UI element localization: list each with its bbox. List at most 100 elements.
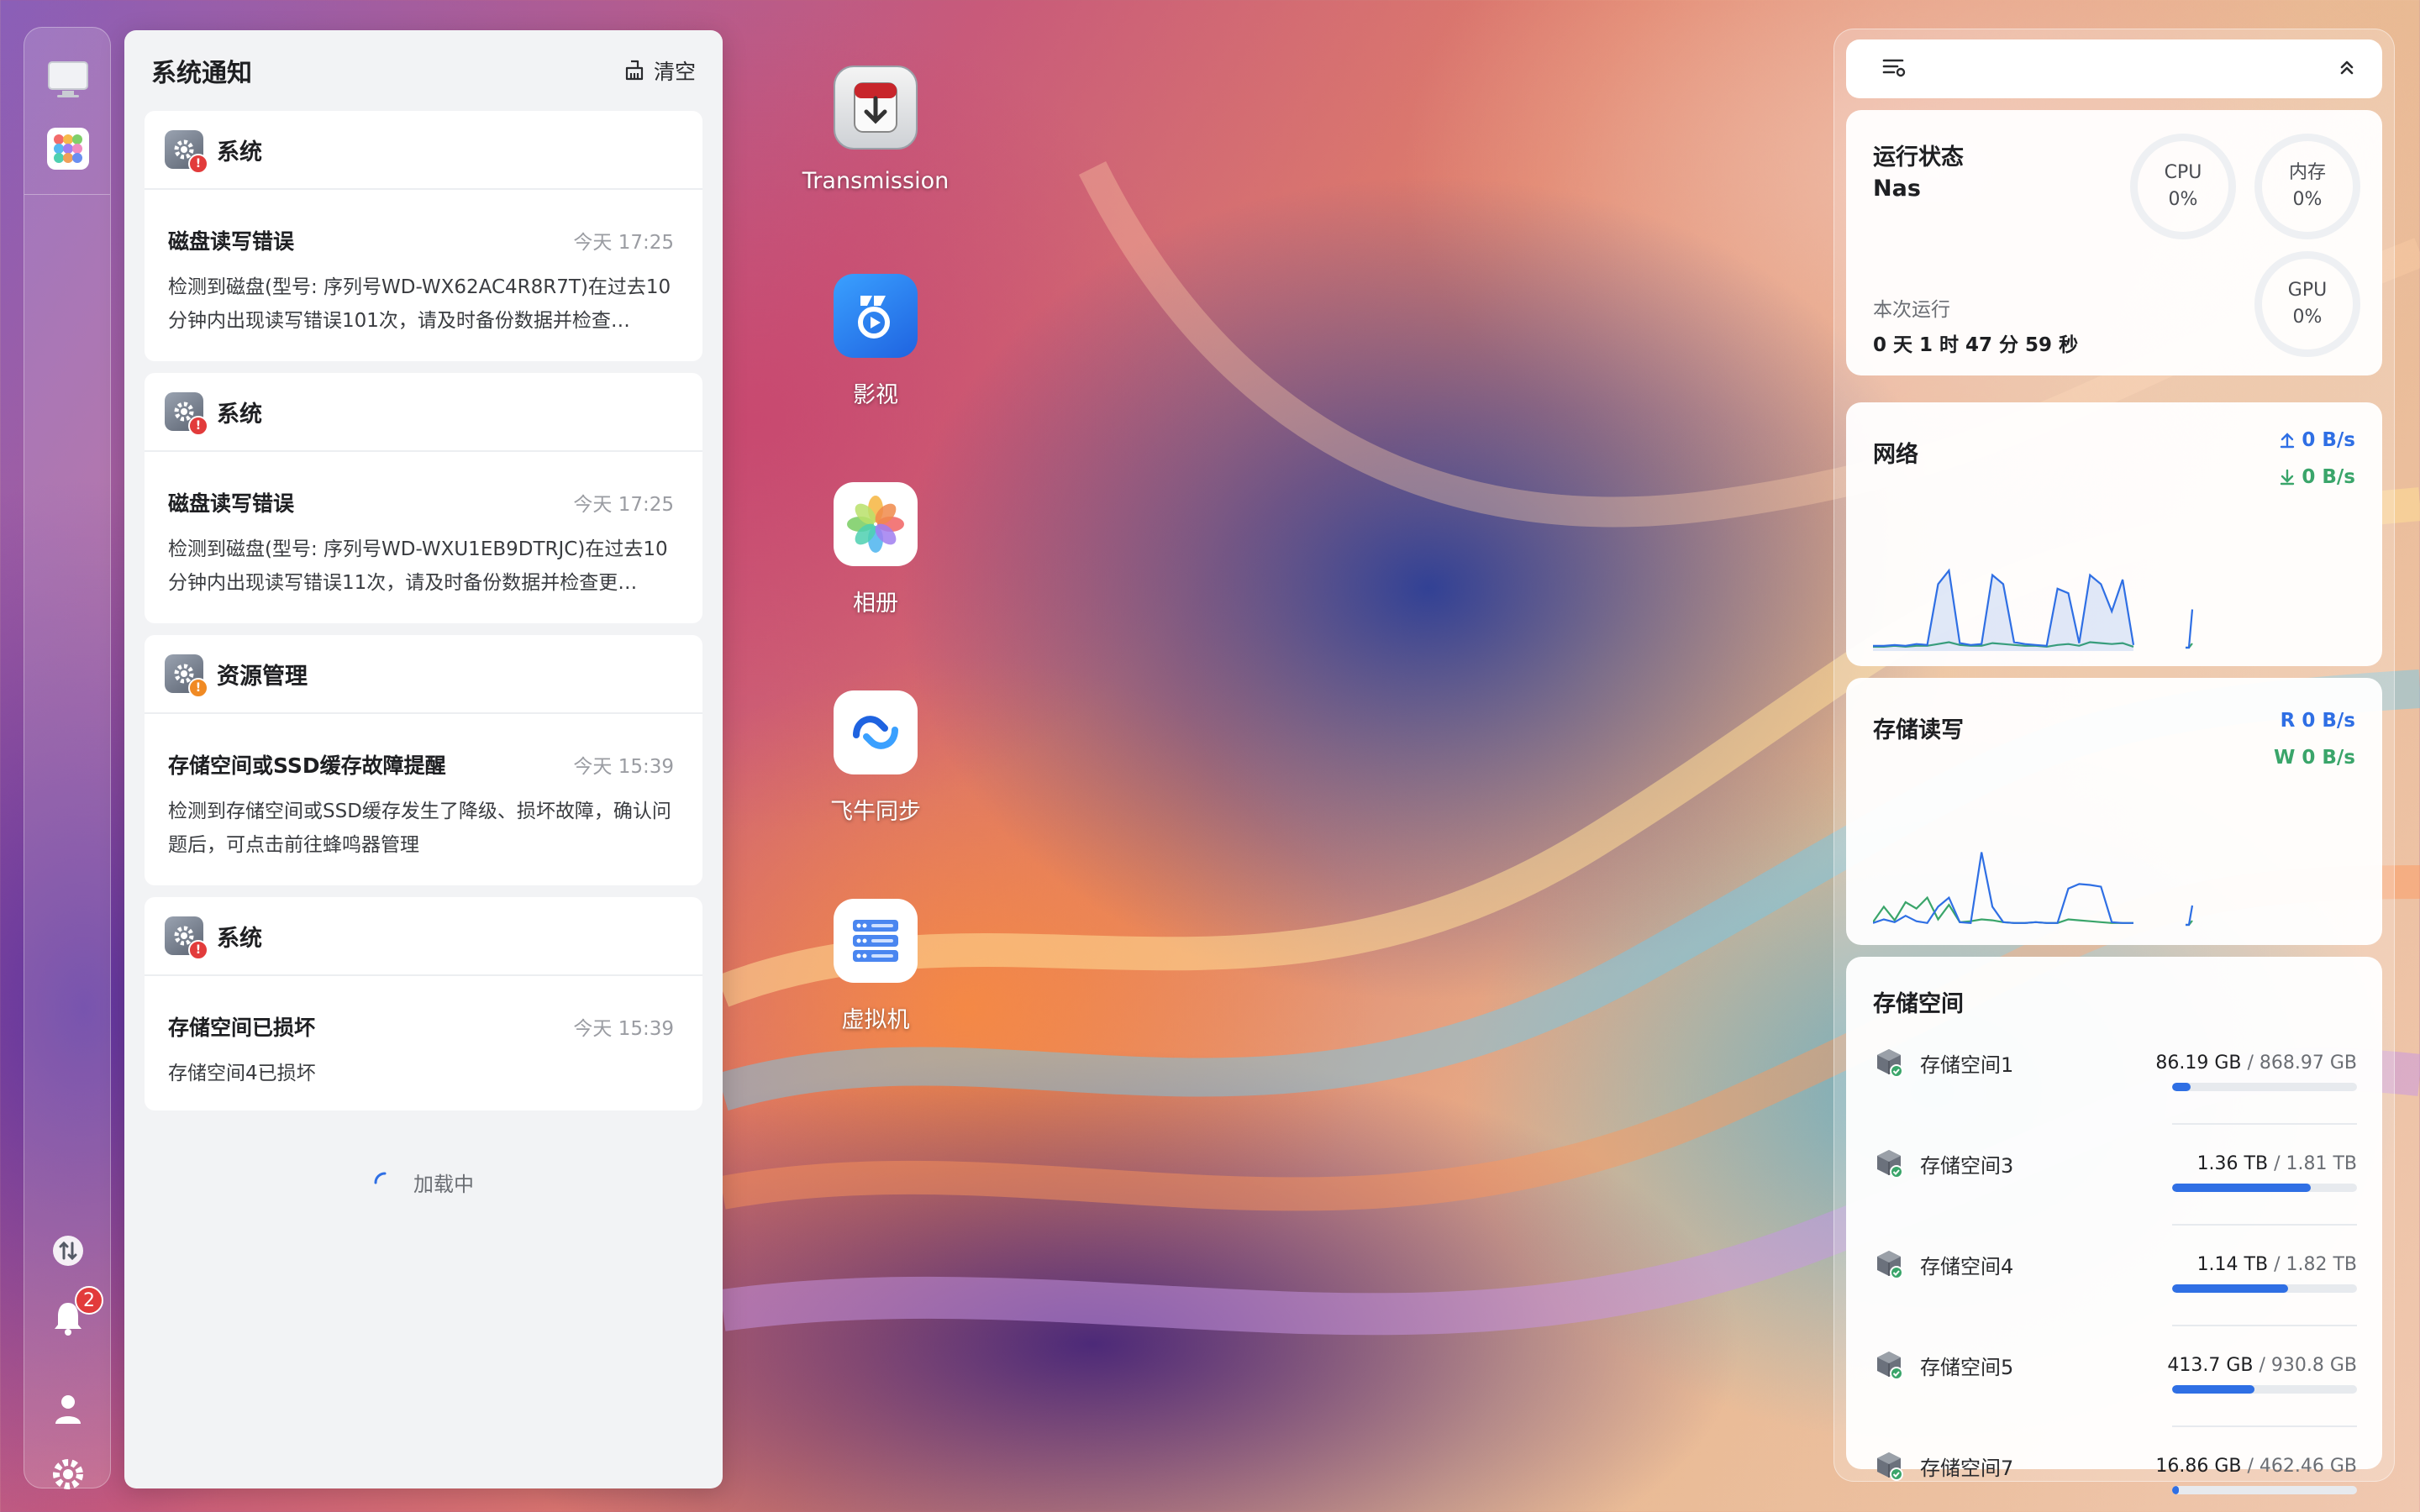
status-title: 运行状态 <box>1873 144 1964 171</box>
loading-indicator: 加载中 <box>124 1168 723 1197</box>
desktop-app-vm[interactable]: 虚拟机 <box>792 899 960 1034</box>
volume-used: 86.19 GB <box>2155 1052 2242 1074</box>
storage-io-widget[interactable]: 存储读写 R 0 B/s W 0 B/s <box>1846 678 2382 945</box>
app-grid-icon[interactable] <box>46 127 90 171</box>
notification-card-header: ! 系统 <box>145 373 702 452</box>
network-up-tail <box>2186 609 2194 649</box>
memory-value: 0% <box>2292 189 2323 210</box>
clear-notifications-button[interactable]: 清空 <box>623 55 696 86</box>
notification-text: 检测到磁盘(型号: 序列号WD-WXU1EB9DTRJC)在过去10分钟内出现读… <box>168 538 668 594</box>
dock: 2 <box>24 27 111 1489</box>
network-upload-value: 0 B/s <box>2302 429 2355 451</box>
write-label: W <box>2273 747 2296 769</box>
storage-widget[interactable]: 存储空间 存储空间1 86.19 GB / 868.97 GB 存储空间3 1.36 … <box>1846 957 2382 1494</box>
error-badge-icon: ! <box>188 416 208 436</box>
gpu-label: GPU <box>2287 280 2328 301</box>
upload-arrow-icon <box>2281 433 2295 449</box>
volume-used: 1.36 TB <box>2196 1152 2269 1174</box>
storage-volume-row[interactable]: 存储空间7 16.86 GB / 462.46 GB <box>1873 1442 2357 1512</box>
network-widget[interactable]: 网络 0 B/s 0 B/s <box>1846 402 2382 666</box>
volume-total: 1.82 TB <box>2286 1253 2357 1275</box>
volume-cube-icon <box>1877 1452 1903 1481</box>
desktop-app-label: 相册 <box>853 591 898 617</box>
collapse-widgets-button[interactable] <box>2337 57 2357 81</box>
notification-text: 检测到存储空间或SSD缓存发生了降级、损坏故障，确认问题后，可点击前往蜂鸣器管理 <box>168 801 671 856</box>
volume-capacity: 16.86 GB / 462.46 GB <box>2155 1455 2357 1477</box>
server-icon <box>834 899 918 983</box>
notification-card[interactable]: ! 系统 磁盘读写错误 今天 17:25 检测到磁盘(型号: 序列号WD-WXU… <box>145 373 702 623</box>
status-widget[interactable]: 运行状态 Nas CPU 0% 内存 0% GPU 0% 本次运行 0 天 1 … <box>1846 110 2382 375</box>
cpu-gauge: CPU 0% <box>2130 134 2236 239</box>
settings-icon[interactable] <box>46 1452 90 1496</box>
network-up-area <box>1873 570 2133 651</box>
widget-settings-button[interactable] <box>1881 56 1907 81</box>
cpu-label: CPU <box>2164 162 2202 183</box>
notification-app-name: 系统 <box>217 139 262 165</box>
volume-capacity: 1.36 TB / 1.81 TB <box>2196 1152 2357 1174</box>
transfer-icon[interactable] <box>46 1229 90 1273</box>
volume-total: 462.46 GB <box>2259 1455 2357 1477</box>
write-value: 0 B/s <box>2302 747 2355 769</box>
notification-time: 今天 15:39 <box>573 756 674 778</box>
notification-app-name: 系统 <box>217 401 262 428</box>
error-badge-icon: ! <box>188 154 208 174</box>
desktop-app-sync[interactable]: 飞牛同步 <box>792 690 960 826</box>
network-download-rate: 0 B/s <box>2280 466 2355 488</box>
volume-usage-bar <box>2172 1284 2357 1293</box>
volume-name: 存储空间1 <box>1920 1053 2014 1077</box>
widget-toolbar <box>1846 39 2382 98</box>
volume-divider <box>2172 1224 2357 1226</box>
volume-name: 存储空间4 <box>1920 1254 2014 1278</box>
list-settings-icon <box>1882 59 1906 77</box>
clear-label: 清空 <box>653 60 696 84</box>
volume-cube-icon <box>1877 1251 1903 1279</box>
storage-volume-row[interactable]: 存储空间4 1.14 TB / 1.82 TB <box>1873 1241 2357 1333</box>
notification-panel: 系统通知 清空 ! 系统 磁盘读写错误 今天 17:25 检测到磁盘(型号: 序… <box>124 30 723 1488</box>
notification-card[interactable]: ! 系统 磁盘读写错误 今天 17:25 检测到磁盘(型号: 序列号WD-WX6… <box>145 111 702 361</box>
volume-total: 1.81 TB <box>2286 1152 2357 1174</box>
notification-panel-title: 系统通知 <box>151 59 252 88</box>
user-icon[interactable] <box>46 1387 90 1431</box>
system-app-icon: ! <box>165 916 208 960</box>
error-badge-icon: ! <box>188 940 208 960</box>
storage-title: 存储空间 <box>1873 991 1964 1017</box>
notification-panel-header: 系统通知 清空 <box>124 30 723 111</box>
notification-count-badge: 2 <box>75 1286 103 1315</box>
spinner-icon <box>374 1172 387 1184</box>
storage-volume-row[interactable]: 存储空间3 1.36 TB / 1.81 TB <box>1873 1140 2357 1232</box>
volume-cube-icon <box>1877 1049 1903 1078</box>
desktop-app-video[interactable]: 影视 <box>792 274 960 409</box>
desktop-app-transmission[interactable]: Transmission <box>792 66 960 194</box>
notification-card[interactable]: ! 系统 存储空间已损坏 今天 15:39 存储空间4已损坏 <box>145 897 702 1110</box>
system-app-icon: ! <box>165 130 208 174</box>
desktop-app-label: Transmission <box>802 168 950 194</box>
volume-used: 16.86 GB <box>2155 1455 2242 1477</box>
notification-title: 磁盘读写错误 <box>168 491 295 516</box>
desktop-icon[interactable] <box>46 58 90 102</box>
notification-title: 存储空间已损坏 <box>168 1016 316 1040</box>
network-sparkline <box>1873 568 2194 651</box>
volume-usage-fill <box>2172 1083 2191 1091</box>
uptime-value: 0 天 1 时 47 分 59 秒 <box>1873 334 2079 356</box>
volume-capacity: 1.14 TB / 1.82 TB <box>2196 1253 2357 1275</box>
storage-volume-row[interactable]: 存储空间5 413.7 GB / 930.8 GB <box>1873 1341 2357 1434</box>
notification-card[interactable]: ! 资源管理 存储空间或SSD缓存故障提醒 今天 15:39 检测到存储空间或S… <box>145 635 702 885</box>
volume-usage-bar <box>2172 1486 2357 1494</box>
storage-volume-row[interactable]: 存储空间1 86.19 GB / 868.97 GB <box>1873 1039 2357 1131</box>
play-icon <box>834 274 918 358</box>
notification-text: 检测到磁盘(型号: 序列号WD-WX62AC4R8R7T)在过去10分钟内出现读… <box>168 276 671 332</box>
notification-time: 今天 17:25 <box>573 232 674 254</box>
notification-card-header: ! 系统 <box>145 897 702 976</box>
gpu-gauge: GPU 0% <box>2254 251 2360 357</box>
bell-icon[interactable]: 2 <box>46 1286 103 1340</box>
desktop-app-photos[interactable]: 相册 <box>792 482 960 617</box>
volume-usage-bar <box>2172 1184 2357 1192</box>
double-chevron-up-icon <box>2340 60 2354 75</box>
memory-gauge: 内存 0% <box>2254 134 2360 239</box>
system-app-icon: ! <box>165 392 208 436</box>
dock-separator <box>24 194 110 195</box>
volume-divider <box>2172 1123 2357 1125</box>
network-download-value: 0 B/s <box>2302 466 2355 488</box>
desktop-app-label: 虚拟机 <box>841 1007 910 1033</box>
volume-name: 存储空间5 <box>1920 1355 2014 1379</box>
